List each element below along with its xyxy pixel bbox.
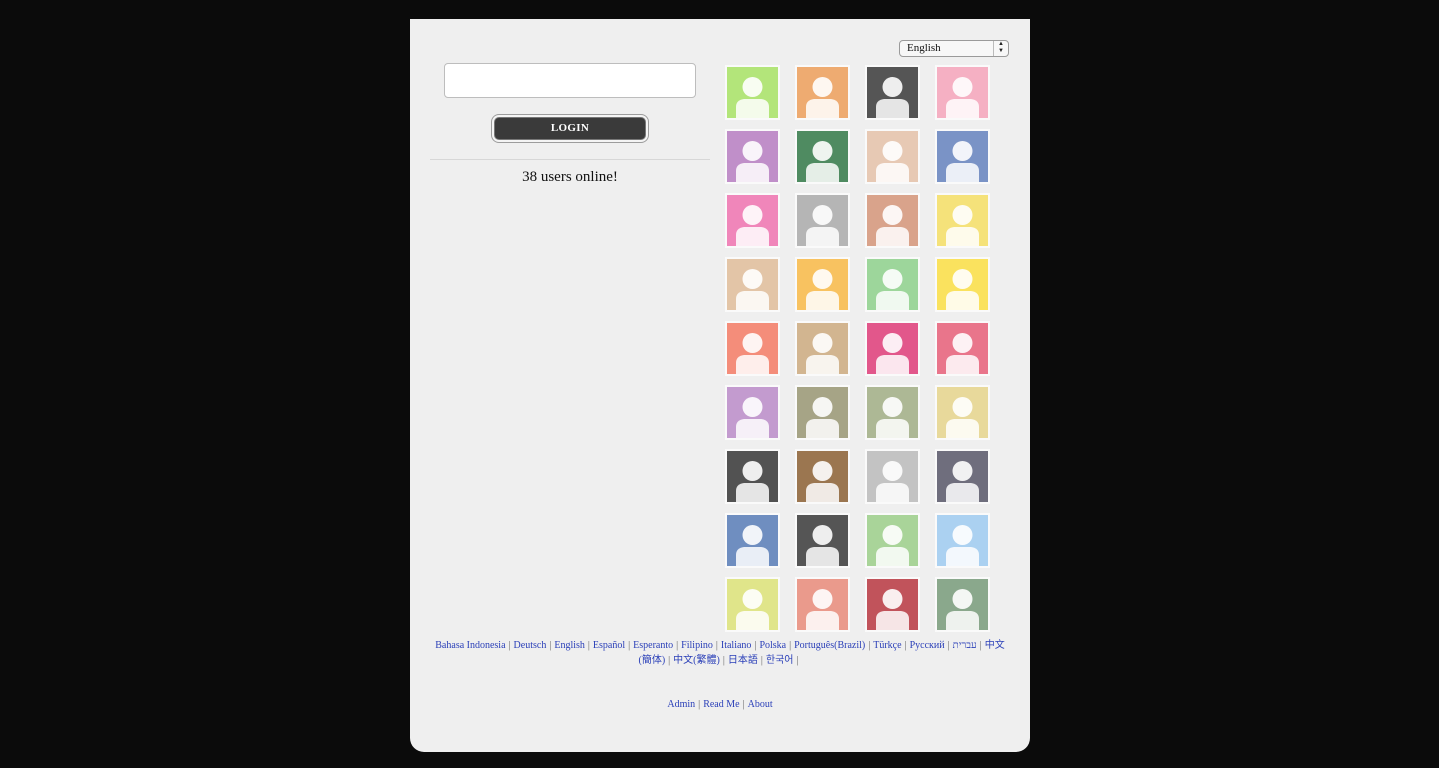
login-button[interactable]: LOGIN <box>494 117 646 140</box>
username-input[interactable] <box>444 63 696 98</box>
cap-avatar-icon[interactable] <box>935 577 990 632</box>
language-links: Bahasa Indonesia | Deutsch | English | Español… <box>430 638 1010 668</box>
flower-avatar-icon[interactable] <box>935 193 990 248</box>
spiky-scarf-avatar-icon[interactable] <box>865 385 920 440</box>
divider <box>430 159 710 160</box>
maid-avatar-icon[interactable] <box>865 193 920 248</box>
select-arrows-icon: ▲ ▼ <box>993 41 1008 56</box>
link-separator: | <box>947 640 950 651</box>
plain-avatar-icon[interactable] <box>865 449 920 504</box>
fedora-avatar-icon[interactable] <box>865 65 920 120</box>
spiky-hair-avatar-icon[interactable] <box>795 129 850 184</box>
bun-girl-avatar-icon[interactable] <box>725 129 780 184</box>
language-link[interactable]: English <box>554 640 585 651</box>
language-link[interactable]: 한국어 <box>766 655 794 666</box>
frog-avatar-icon[interactable] <box>865 257 920 312</box>
language-link[interactable]: עברית <box>953 640 977 651</box>
short-hair-avatar-icon[interactable] <box>795 385 850 440</box>
footer-link-admin[interactable]: Admin <box>667 699 695 710</box>
glasses-man-avatar-icon[interactable] <box>795 193 850 248</box>
language-link[interactable]: Filipino <box>681 640 713 651</box>
footer-links: Admin | Read Me | About <box>430 699 1010 710</box>
cat-ears-avatar-icon[interactable] <box>935 385 990 440</box>
pigtails-girl-avatar-icon[interactable] <box>795 257 850 312</box>
language-link[interactable]: Esperanto <box>633 640 673 651</box>
link-separator: | <box>587 640 590 651</box>
bald-avatar-icon[interactable] <box>725 577 780 632</box>
knight-avatar-icon[interactable] <box>935 321 990 376</box>
ribbon-girl-avatar-icon[interactable] <box>865 513 920 568</box>
cat-shirt-boy-avatar-icon[interactable] <box>795 321 850 376</box>
language-link[interactable]: 中文(繁體) <box>673 655 720 666</box>
link-separator: | <box>668 655 671 666</box>
language-link[interactable]: Português(Brazil) <box>794 640 865 651</box>
maid-girl-avatar-icon[interactable] <box>865 321 920 376</box>
gas-mask-avatar-icon[interactable] <box>795 449 850 504</box>
language-link[interactable]: Español <box>593 640 625 651</box>
footer-link-read-me[interactable]: Read Me <box>703 699 739 710</box>
robot-avatar-icon[interactable] <box>935 129 990 184</box>
link-separator: | <box>754 640 757 651</box>
link-separator: | <box>868 640 871 651</box>
link-separator: | <box>979 640 982 651</box>
avatar-grid <box>725 65 1005 635</box>
link-separator: | <box>904 640 907 651</box>
long-hair-girl-avatar-icon[interactable] <box>935 65 990 120</box>
link-separator: | <box>508 640 511 651</box>
sailor-avatar-icon[interactable] <box>725 513 780 568</box>
top-hat-avatar-icon[interactable] <box>725 65 780 120</box>
language-link[interactable]: Bahasa Indonesia <box>435 640 505 651</box>
simple-person-avatar-icon[interactable] <box>935 257 990 312</box>
link-separator: | <box>715 640 718 651</box>
bear-avatar-icon[interactable] <box>795 65 850 120</box>
link-separator: | <box>549 640 552 651</box>
link-separator: | <box>722 655 725 666</box>
login-panel: English ▲ ▼ LOGIN 38 users online! Bahasa… <box>410 19 1030 752</box>
language-link[interactable]: Deutsch <box>514 640 547 651</box>
braids-girl-avatar-icon[interactable] <box>725 193 780 248</box>
language-select-value: English <box>907 42 941 54</box>
language-select[interactable]: English ▲ ▼ <box>899 40 1009 57</box>
link-separator: | <box>676 640 679 651</box>
boy-avatar-icon[interactable] <box>725 257 780 312</box>
link-separator: | <box>789 640 792 651</box>
hat-girl-avatar-icon[interactable] <box>725 385 780 440</box>
tuxedo-avatar-icon[interactable] <box>795 513 850 568</box>
online-count-text: 38 users online! <box>522 169 618 185</box>
link-separator: | <box>698 699 701 710</box>
language-link[interactable]: 日本語 <box>728 655 758 666</box>
language-link[interactable]: Русский <box>910 640 945 651</box>
link-separator: | <box>742 699 745 710</box>
curly-girl-avatar-icon[interactable] <box>725 321 780 376</box>
link-separator: | <box>760 655 763 666</box>
blob-avatar-icon[interactable] <box>865 129 920 184</box>
language-link[interactable]: Polska <box>759 640 786 651</box>
link-separator: | <box>628 640 631 651</box>
language-link[interactable]: Türkçe <box>873 640 901 651</box>
light-blue-avatar-icon[interactable] <box>935 513 990 568</box>
footer-link-about[interactable]: About <box>748 699 773 710</box>
link-separator: | <box>796 655 799 666</box>
nurse-avatar-icon[interactable] <box>865 577 920 632</box>
salmon-girl-avatar-icon[interactable] <box>795 577 850 632</box>
language-link[interactable]: Italiano <box>721 640 752 651</box>
bowtie-avatar-icon[interactable] <box>935 449 990 504</box>
headphones-avatar-icon[interactable] <box>725 449 780 504</box>
